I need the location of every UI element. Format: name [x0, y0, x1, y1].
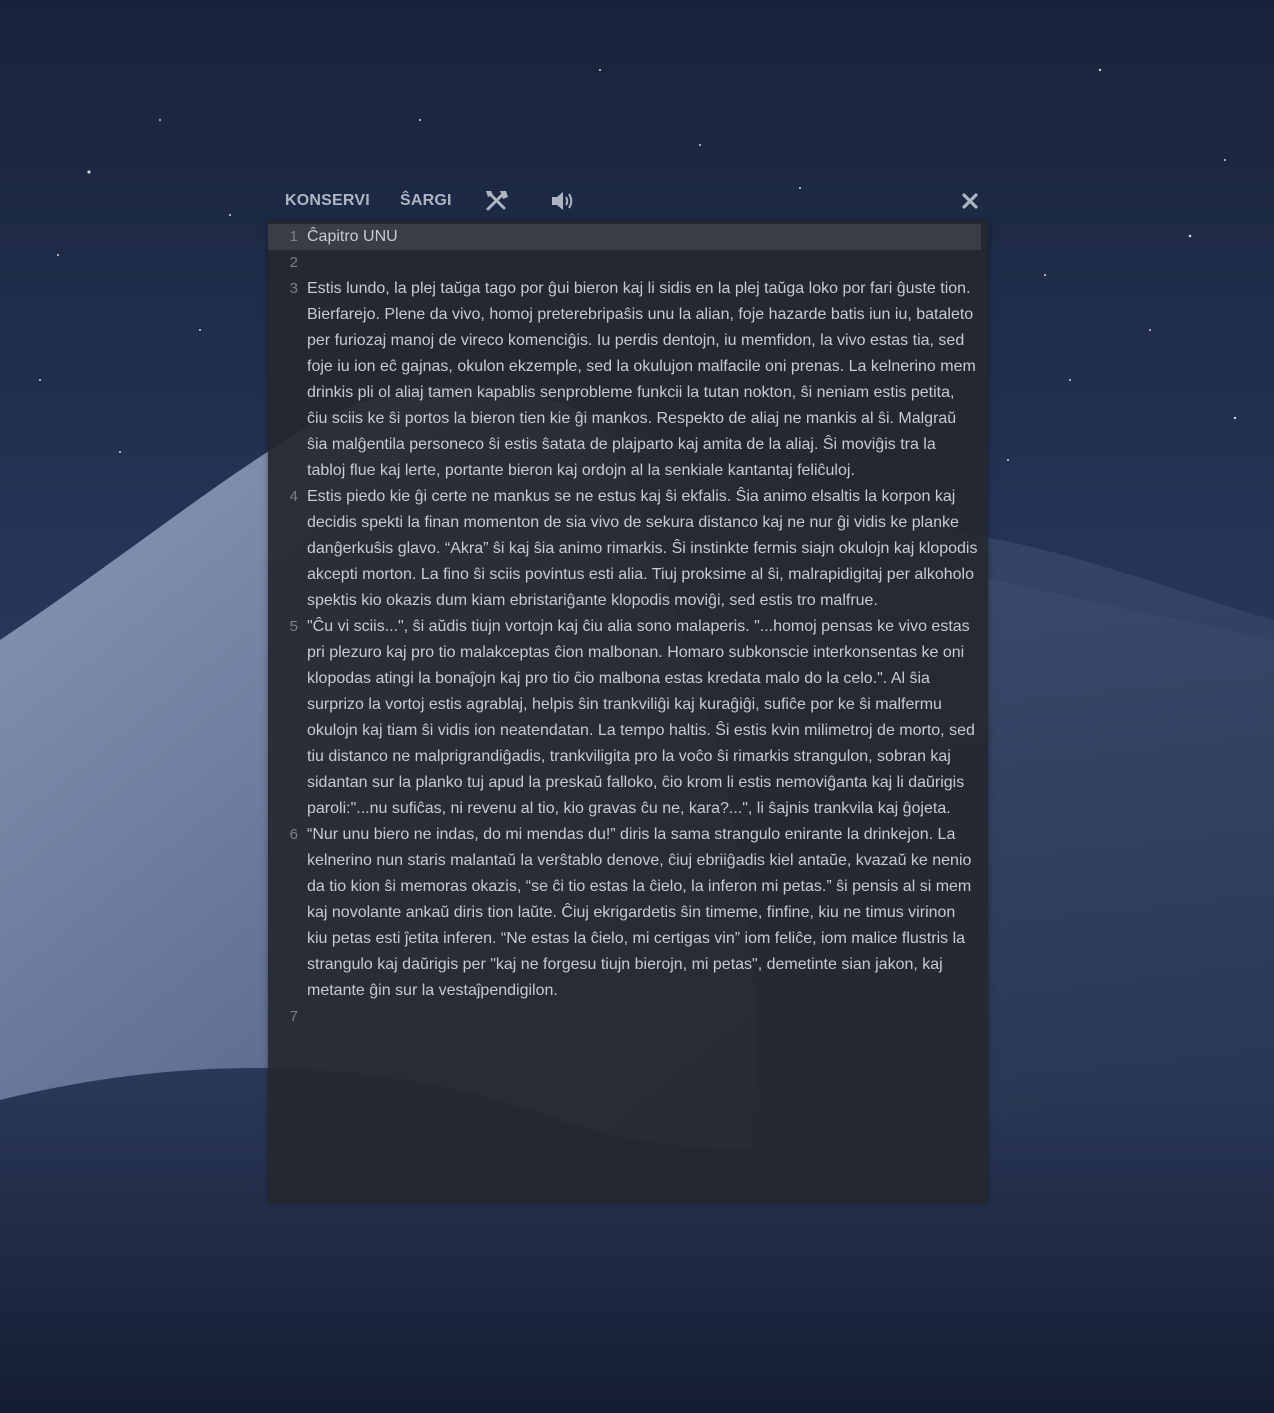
editor-line[interactable]: 2 [268, 250, 988, 276]
editor-line[interactable]: 4 Estis piedo kie ĝi certe ne mankus se … [268, 484, 988, 614]
toolbar: KONSERVI ŜARGI [268, 180, 988, 222]
line-number: 2 [289, 254, 298, 271]
load-button[interactable]: ŜARGI [400, 180, 452, 222]
text-editor[interactable]: 1 Ĉapitro UNU 2 3 Estis lundo, la plej t… [268, 221, 988, 1203]
line-number: 4 [289, 488, 298, 505]
line-number: 3 [289, 280, 298, 297]
editor-line[interactable]: 5 "Ĉu vi sciis...", ŝi aŭdis tiujn vorto… [268, 614, 988, 822]
editor-line[interactable]: 7 [268, 1004, 988, 1030]
editor-line[interactable]: 3 Estis lundo, la plej taŭga tago por ĝu… [268, 276, 988, 484]
tools-icon[interactable] [483, 188, 511, 214]
line-text[interactable] [298, 1004, 988, 1030]
line-text[interactable]: Estis lundo, la plej taŭga tago por ĝui … [298, 276, 988, 484]
line-number: 1 [289, 228, 298, 245]
line-text[interactable]: "Ĉu vi sciis...", ŝi aŭdis tiujn vortojn… [298, 614, 988, 822]
editor-line[interactable]: 6 “Nur unu biero ne indas, do mi mendas … [268, 822, 988, 1004]
line-text[interactable]: Estis piedo kie ĝi certe ne mankus se ne… [298, 484, 988, 614]
line-text[interactable]: Ĉapitro UNU [298, 224, 981, 250]
line-number: 6 [289, 826, 298, 843]
line-text[interactable] [298, 250, 988, 276]
line-text[interactable]: “Nur unu biero ne indas, do mi mendas du… [298, 822, 988, 1004]
line-number: 5 [289, 618, 298, 635]
save-button[interactable]: KONSERVI [285, 180, 370, 222]
line-number: 7 [289, 1008, 298, 1025]
close-icon[interactable] [956, 188, 984, 214]
speaker-icon[interactable] [549, 188, 577, 214]
editor-line-current[interactable]: 1 Ĉapitro UNU [268, 224, 981, 250]
